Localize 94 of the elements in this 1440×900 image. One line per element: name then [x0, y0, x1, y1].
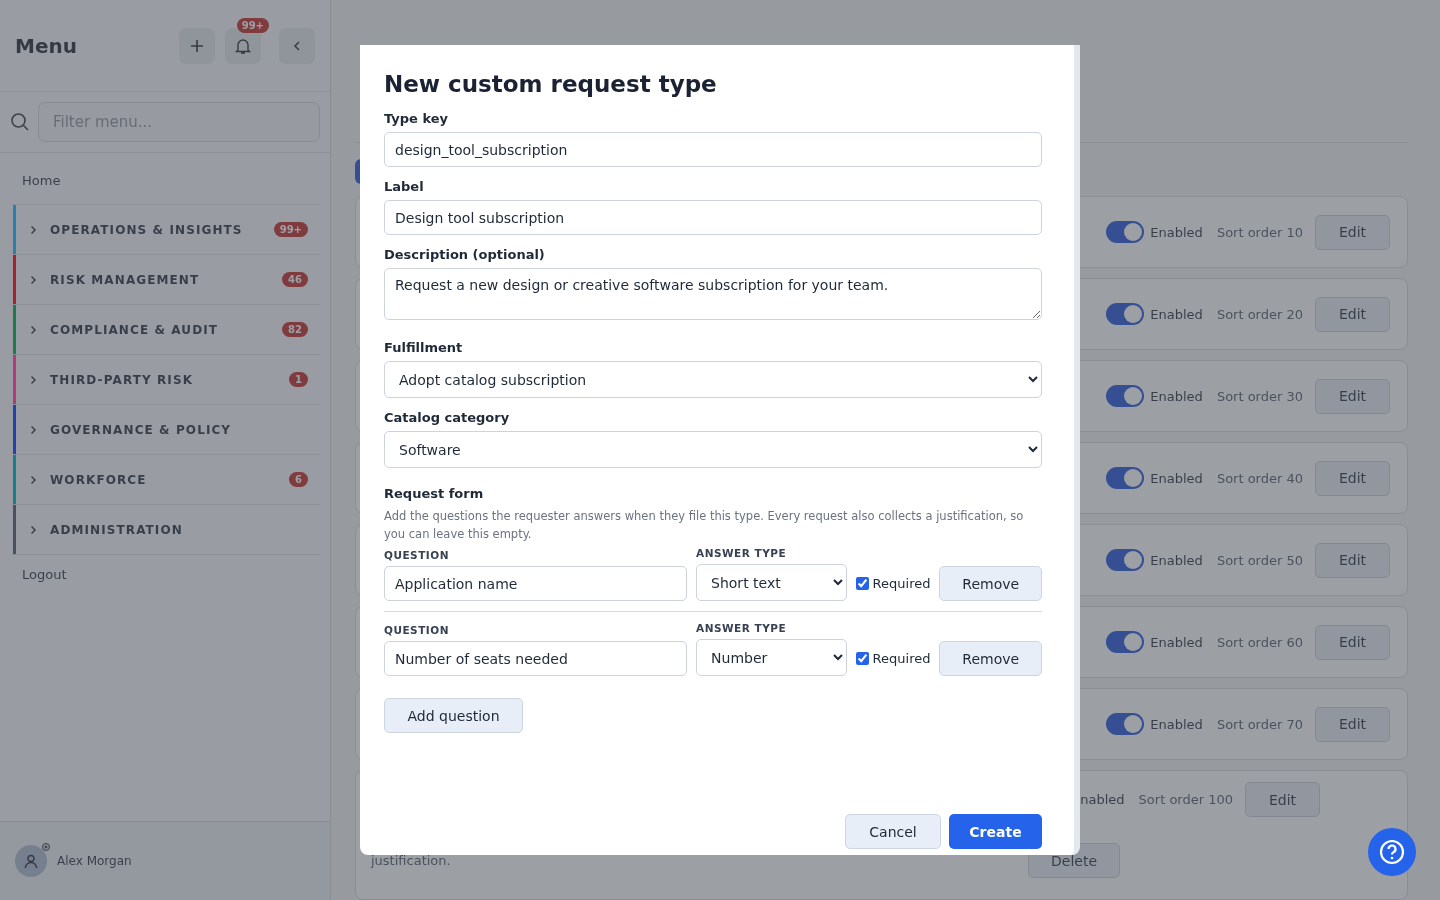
count-badge: 99+	[273, 222, 308, 237]
checkbox-label: Required	[872, 651, 931, 666]
checkbox-label: Required	[872, 576, 931, 591]
nav-group[interactable]: OPERATIONS & INSIGHTS 99+	[10, 204, 320, 255]
chevron-right-icon	[28, 474, 38, 485]
edit-button[interactable]: Edit	[1315, 624, 1390, 660]
status-label: Enabled	[1150, 634, 1203, 650]
edit-button[interactable]: Edit	[1315, 296, 1390, 332]
sort-order: Sort order 50	[1216, 552, 1303, 568]
nav-group[interactable]: THIRD-PARTY RISK 1	[10, 355, 320, 405]
dropdown[interactable]: Adopt catalog subscription	[384, 361, 1042, 398]
status-label: Enabled	[1150, 552, 1203, 568]
dialog-title: New custom request type	[384, 71, 718, 97]
sort-order: Sort order 20	[1216, 306, 1303, 322]
text-field[interactable]: Design tool subscription	[384, 200, 1042, 235]
edit-button[interactable]: Edit	[1315, 542, 1390, 578]
edit-button[interactable]: Edit	[1315, 706, 1390, 742]
sort-order: Sort order 30	[1216, 388, 1303, 404]
status-label: Enabled	[1150, 224, 1203, 240]
status-label: Enabled	[1150, 388, 1203, 404]
answer-type-dropdown[interactable]: Short text	[696, 564, 847, 601]
field-label: Label	[384, 179, 425, 194]
status-label: Enabled	[1150, 306, 1203, 322]
question-field[interactable]: Number of seats needed	[384, 641, 688, 676]
chevron-right-icon	[28, 274, 38, 285]
edit-button[interactable]: Edit	[1245, 782, 1320, 817]
chevron-right-icon	[28, 324, 38, 335]
toggle-switch[interactable]	[1106, 467, 1145, 489]
status-label: Enabled	[1150, 716, 1203, 732]
toggle-switch[interactable]	[1106, 713, 1145, 735]
edit-button[interactable]: Edit	[1315, 214, 1390, 250]
dropdown[interactable]: Software	[384, 431, 1042, 468]
notification-badge: 99+	[236, 17, 269, 33]
count-badge: 46	[282, 272, 308, 287]
field-label: Fulfillment	[384, 340, 464, 355]
required-checkbox[interactable]	[855, 652, 869, 665]
status-label: Enabled	[1150, 470, 1203, 486]
home-link[interactable]: Home	[10, 171, 73, 190]
column-label: QUESTION	[384, 624, 450, 636]
add-button[interactable]	[179, 27, 215, 64]
nav-group[interactable]: RISK MANAGEMENT 46	[10, 255, 320, 305]
sort-order: Sort order 40	[1216, 470, 1303, 486]
avatar-icon[interactable]	[15, 845, 47, 877]
sort-order: Sort order 60	[1216, 634, 1303, 650]
chevron-right-icon	[28, 424, 38, 435]
sort-order: Sort order 100	[1138, 792, 1233, 807]
toggle-switch[interactable]	[1106, 303, 1145, 325]
toggle-switch[interactable]	[1106, 631, 1145, 653]
count-badge: 1	[289, 372, 308, 387]
search-icon	[10, 112, 30, 132]
cancel-button[interactable]: Cancel	[845, 814, 941, 849]
column-label: QUESTION	[384, 549, 450, 561]
section-title: Request form	[384, 486, 485, 501]
user-name: Alex Morgan	[57, 854, 132, 868]
sort-order: Sort order 70	[1216, 716, 1303, 732]
field-label: Type key	[384, 111, 450, 126]
sort-order: Sort order 10	[1216, 224, 1303, 240]
create-button[interactable]: Create	[949, 814, 1042, 849]
chevron-right-icon	[28, 224, 38, 235]
toggle-switch[interactable]	[1106, 385, 1145, 407]
remove-button[interactable]: Remove	[939, 566, 1042, 601]
status-label: nabled	[1080, 792, 1125, 807]
column-label: ANSWER TYPE	[696, 547, 788, 559]
card-description: justification.	[371, 853, 451, 868]
required-checkbox[interactable]	[855, 577, 869, 590]
toggle-switch[interactable]	[1106, 549, 1145, 571]
add-question-button[interactable]: Add question	[384, 698, 523, 733]
logout-link[interactable]: Logout	[10, 565, 79, 584]
help-text: Add the questions the requester answers when they file this type. Every request also collects a justification, so you can leave this empty.	[384, 508, 1025, 543]
nav-group[interactable]: ADMINISTRATION	[10, 505, 320, 555]
question-field[interactable]: Application name	[384, 566, 688, 601]
toggle-switch[interactable]	[1106, 221, 1145, 243]
remove-button[interactable]: Remove	[939, 641, 1042, 676]
nav-group[interactable]: WORKFORCE 6	[10, 455, 320, 505]
answer-type-dropdown[interactable]: Number	[696, 639, 847, 676]
field-label: Description (optional)	[384, 247, 546, 262]
count-badge: 6	[289, 472, 308, 487]
chevron-right-icon	[28, 524, 38, 535]
description-field[interactable]: Request a new design or creative software subscription for your team.	[384, 268, 1042, 320]
text-field[interactable]: design_tool_subscription	[384, 132, 1042, 167]
edit-button[interactable]: Edit	[1315, 378, 1390, 414]
count-badge: 82	[282, 322, 308, 337]
field-label: Catalog category	[384, 410, 511, 425]
edit-button[interactable]: Edit	[1315, 460, 1390, 496]
menu-title: Menu	[15, 33, 77, 58]
column-label: ANSWER TYPE	[696, 622, 788, 634]
plus-icon	[189, 37, 205, 54]
chevron-right-icon	[28, 374, 38, 385]
chevron-left-icon	[291, 39, 303, 52]
bell-icon	[234, 36, 252, 55]
nav-group[interactable]: GOVERNANCE & POLICY	[10, 405, 320, 455]
help-icon	[1378, 838, 1406, 866]
nav-group[interactable]: COMPLIANCE & AUDIT 82	[10, 305, 320, 355]
notifications-button[interactable]	[225, 27, 261, 64]
